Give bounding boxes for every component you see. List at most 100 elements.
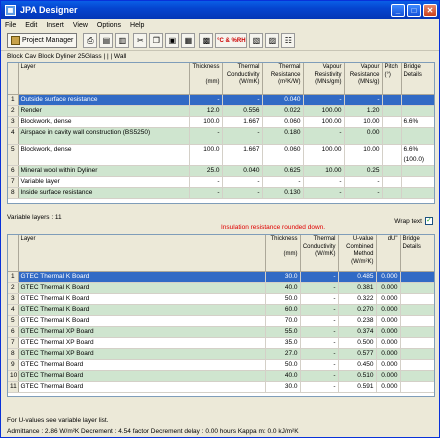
menu-options[interactable]: Options [97, 22, 121, 29]
layer-name-cell[interactable]: Variable layer [18, 176, 190, 188]
bridge-details-cell[interactable] [400, 315, 434, 327]
du-cell[interactable]: 0.000 [376, 326, 401, 338]
uvalue-cell[interactable]: 0.238 [338, 315, 377, 327]
conductivity-cell[interactable]: - [300, 304, 339, 316]
variable-layer-row[interactable]: 3 GTEC Thermal K Board 50.0-0.322 0.000 [8, 293, 434, 305]
layer-name-cell[interactable]: Outside surface resistance [18, 94, 190, 106]
col-header-thickness[interactable]: Thickness (mm) [189, 63, 223, 95]
vapour-resistance-cell[interactable]: - [344, 187, 383, 199]
col-header-conductivity[interactable]: Thermal Conductivity (W/mK) [222, 63, 263, 95]
report-icon[interactable]: ▥ [115, 33, 130, 48]
col-header-vapour-resistance[interactable]: Vapour Resistance (MNs/g) [344, 63, 383, 95]
bridge-details-cell[interactable]: 6.6% (100.0) [401, 144, 434, 166]
bridge-details-cell[interactable] [401, 127, 434, 145]
layer-row[interactable]: 5 Blockwork, dense 100.0 1.667 0.060 100.00 10… [8, 144, 434, 166]
menu-file[interactable]: File [5, 22, 16, 29]
bridge-details-cell[interactable] [400, 282, 434, 294]
layer-name-cell[interactable]: GTEC Thermal Board [18, 370, 266, 382]
pitch-cell[interactable] [382, 176, 402, 188]
table-icon[interactable]: ☷ [281, 33, 296, 48]
thickness-cell[interactable]: 70.0 [265, 315, 301, 327]
vapour-resistivity-cell[interactable]: - [303, 187, 345, 199]
vapour-resistivity-cell[interactable]: 100.00 [303, 144, 345, 166]
conductivity-cell[interactable]: - [300, 337, 339, 349]
layer-name-cell[interactable]: Blockwork, dense [18, 144, 190, 166]
paste-icon[interactable]: ▣ [165, 33, 180, 48]
du-cell[interactable]: 0.000 [376, 315, 401, 327]
du-cell[interactable]: 0.000 [376, 348, 401, 360]
bridge-details-cell[interactable] [401, 94, 434, 106]
bridge-details-cell[interactable] [400, 304, 434, 316]
conductivity-cell[interactable]: - [300, 271, 339, 283]
vapour-resistance-cell[interactable]: 0.25 [344, 165, 383, 177]
du-cell[interactable]: 0.000 [376, 337, 401, 349]
row-number[interactable]: 2 [8, 282, 19, 294]
chart-icon[interactable]: ▨ [265, 33, 280, 48]
row-number[interactable]: 10 [8, 370, 19, 382]
layer-name-cell[interactable]: GTEC Thermal K Board [18, 271, 266, 283]
col-header-layer[interactable]: Layer [18, 63, 190, 95]
conductivity-cell[interactable]: - [300, 381, 339, 393]
pitch-cell[interactable] [382, 144, 402, 166]
resistance-cell[interactable]: 0.625 [262, 165, 304, 177]
vapour-resistivity-cell[interactable]: - [303, 127, 345, 145]
calculator-icon[interactable]: ▩ [199, 33, 214, 48]
col-header-bridge[interactable]: Bridge Details [401, 63, 434, 95]
layer-row[interactable]: 8 Inside surface resistance - -0.130- - [8, 187, 434, 199]
vapour-resistance-cell[interactable]: 10.00 [344, 116, 383, 128]
conductivity-cell[interactable]: - [222, 94, 263, 106]
resistance-cell[interactable]: 0.060 [262, 116, 304, 128]
du-cell[interactable]: 0.000 [376, 370, 401, 382]
menu-edit[interactable]: Edit [25, 22, 37, 29]
row-number[interactable]: 1 [8, 94, 19, 106]
layer-name-cell[interactable]: GTEC Thermal K Board [18, 315, 266, 327]
variable-layer-row[interactable]: 1 GTEC Thermal K Board 30.0-0.485 0.000 [8, 271, 434, 283]
layer-name-cell[interactable]: GTEC Thermal XP Board [18, 326, 266, 338]
row-number[interactable]: 8 [8, 187, 19, 199]
du-cell[interactable]: 0.000 [376, 381, 401, 393]
thickness-cell[interactable]: 30.0 [265, 381, 301, 393]
uvalue-cell[interactable]: 0.322 [338, 293, 377, 305]
conductivity-cell[interactable]: - [300, 359, 339, 371]
wrap-text-control[interactable]: Wrap text ✓ [394, 217, 433, 225]
vapour-resistance-cell[interactable]: 0.00 [344, 127, 383, 145]
bridge-details-cell[interactable] [400, 337, 434, 349]
variable-layer-row[interactable]: 11 GTEC Thermal Board 30.0-0.591 0.000 [8, 381, 434, 393]
row-number[interactable]: 4 [8, 127, 19, 145]
col-header-uvalue[interactable]: U-value Combined Method (W/m²K) [338, 235, 377, 272]
vapour-resistivity-cell[interactable]: 100.00 [303, 116, 345, 128]
bridge-details-cell[interactable] [401, 105, 434, 117]
vapour-resistivity-cell[interactable]: - [303, 94, 345, 106]
bridge-details-cell[interactable] [400, 348, 434, 360]
du-cell[interactable]: 0.000 [376, 293, 401, 305]
col-header-conductivity[interactable]: Thermal Conductivity (W/mK) [300, 235, 339, 272]
bridge-details-cell[interactable] [401, 176, 434, 188]
row-number[interactable]: 2 [8, 105, 19, 117]
row-number[interactable]: 6 [8, 165, 19, 177]
du-cell[interactable]: 0.000 [376, 304, 401, 316]
thickness-cell[interactable]: 25.0 [189, 165, 223, 177]
variable-layer-row[interactable]: 2 GTEC Thermal K Board 40.0-0.381 0.000 [8, 282, 434, 294]
conductivity-cell[interactable]: - [300, 348, 339, 360]
du-cell[interactable]: 0.000 [376, 271, 401, 283]
layer-name-cell[interactable]: Render [18, 105, 190, 117]
row-number[interactable]: 5 [8, 144, 19, 166]
vapour-resistivity-cell[interactable]: - [303, 176, 345, 188]
thickness-cell[interactable]: 12.0 [189, 105, 223, 117]
thickness-cell[interactable]: - [189, 94, 223, 106]
bridge-details-cell[interactable] [400, 381, 434, 393]
bridge-details-cell[interactable] [401, 187, 434, 199]
library-icon[interactable]: ▦ [181, 33, 196, 48]
uvalue-cell[interactable]: 0.381 [338, 282, 377, 294]
layer-row[interactable]: 6 Mineral wool within Dyliner 25.0 0.040 0.6… [8, 165, 434, 177]
maximize-button[interactable]: □ [407, 3, 421, 17]
condensation-icon[interactable]: ▧ [249, 33, 264, 48]
uvalue-cell[interactable]: 0.450 [338, 359, 377, 371]
uvalue-cell[interactable]: 0.577 [338, 348, 377, 360]
du-cell[interactable]: 0.000 [376, 282, 401, 294]
variable-layer-row[interactable]: 4 GTEC Thermal K Board 60.0-0.270 0.000 [8, 304, 434, 316]
pitch-cell[interactable] [382, 105, 402, 117]
conductivity-cell[interactable]: - [300, 326, 339, 338]
project-manager-button[interactable]: Project Manager [7, 33, 78, 48]
print-preview-icon[interactable]: ▤ [99, 33, 114, 48]
